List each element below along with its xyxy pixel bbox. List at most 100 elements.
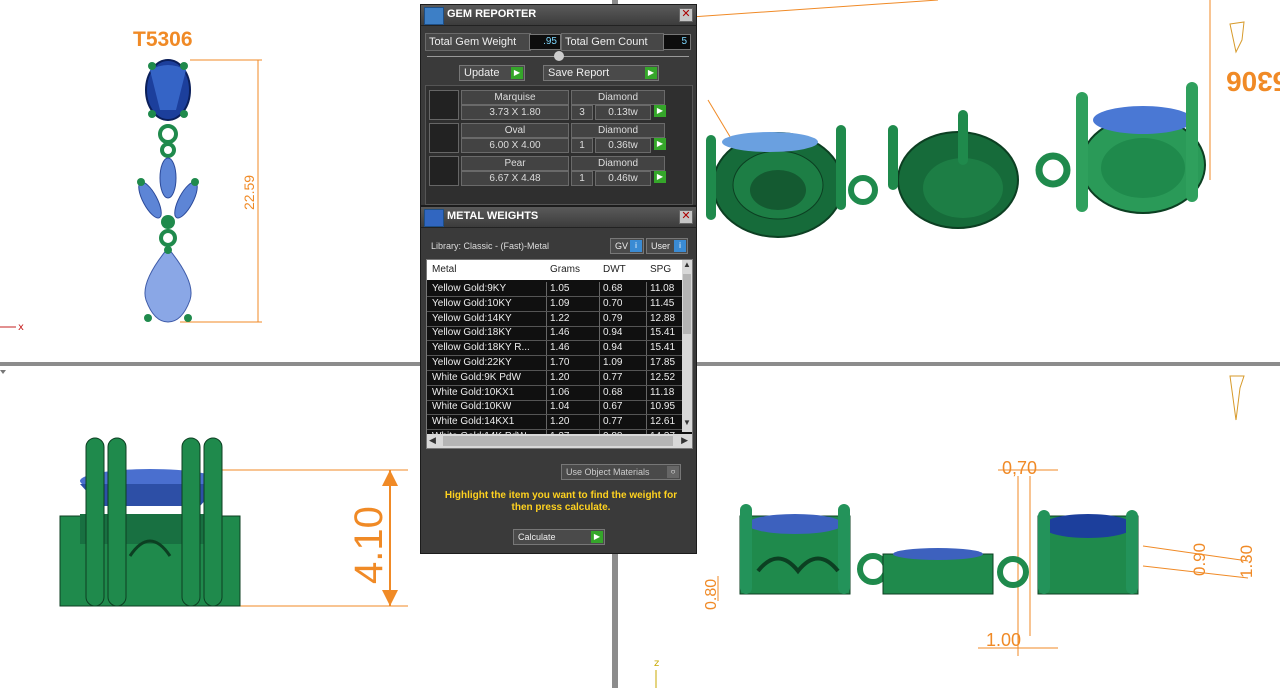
axis-z-label: z xyxy=(654,658,659,669)
col-grams[interactable]: Grams xyxy=(550,264,580,275)
table-row[interactable]: Yellow Gold:18KY 1.46 0.94 15.41 xyxy=(427,326,682,342)
col-dwt[interactable]: DWT xyxy=(603,264,626,275)
table-row[interactable]: White Gold:9K PdW 1.20 0.77 12.52 xyxy=(427,370,682,386)
vertical-scrollbar[interactable]: ▲ ▼ xyxy=(682,260,692,432)
column-separator xyxy=(599,326,600,341)
grams-value: 1.22 xyxy=(550,312,570,324)
svg-text:x: x xyxy=(18,322,24,333)
dwt-value: 0.94 xyxy=(603,327,623,339)
metal-weights-title: METAL WEIGHTS xyxy=(447,210,539,222)
pear-gem-icon xyxy=(429,156,459,186)
scroll-down-icon[interactable]: ▼ xyxy=(683,418,691,430)
metal-weights-titlebar[interactable]: METAL WEIGHTS ✕ xyxy=(421,207,696,228)
play-icon: ▶ xyxy=(591,531,603,543)
spg-value: 12.88 xyxy=(650,312,676,324)
library-label: Library: Classic - (Fast)-Metal xyxy=(431,241,550,251)
grams-value: 1.46 xyxy=(550,327,570,339)
column-separator xyxy=(599,311,600,326)
scroll-thumb[interactable] xyxy=(683,274,691,334)
table-row[interactable]: White Gold:10KW 1.04 0.67 10.95 xyxy=(427,400,682,416)
grams-value: 1.20 xyxy=(550,416,570,428)
save-report-button[interactable]: Save Report ▶ xyxy=(543,65,659,81)
table-row[interactable]: Yellow Gold:22KY 1.70 1.09 17.85 xyxy=(427,356,682,371)
metal-name: White Gold:10KX1 xyxy=(432,386,515,398)
gem-reporter-titlebar[interactable]: GEM REPORTER ✕ xyxy=(421,5,696,26)
table-row[interactable]: Yellow Gold:18KY R... 1.46 0.94 15.41 xyxy=(427,341,682,357)
table-row[interactable]: White Gold:10KX1 1.06 0.68 11.18 xyxy=(427,385,682,401)
scroll-up-icon[interactable]: ▲ xyxy=(683,260,691,272)
calculate-button[interactable]: Calculate ▶ xyxy=(513,529,605,545)
column-separator xyxy=(546,282,547,296)
splitter-handle[interactable] xyxy=(554,51,564,61)
spg-value: 15.41 xyxy=(650,342,676,354)
gem-tw: 0.46tw xyxy=(595,171,651,186)
column-separator xyxy=(546,296,547,311)
total-gem-weight-value: .95 xyxy=(529,34,561,50)
dwt-value: 1.09 xyxy=(603,357,623,368)
column-separator xyxy=(646,341,647,356)
play-icon: ▶ xyxy=(645,67,657,79)
dwt-value: 0.77 xyxy=(603,371,623,383)
column-separator xyxy=(599,400,600,415)
gv-toggle[interactable]: GV i xyxy=(610,238,644,254)
update-button[interactable]: Update ▶ xyxy=(459,65,525,81)
gem-row[interactable]: Oval Diamond 6.00 X 4.00 1 0.36tw ▶ xyxy=(429,123,666,153)
user-toggle[interactable]: User i xyxy=(646,238,688,254)
spg-value: 11.08 xyxy=(650,283,675,294)
column-separator xyxy=(599,385,600,400)
viewport-perspective[interactable]: T5306 xyxy=(618,0,1280,362)
table-row[interactable]: Yellow Gold:10KY 1.09 0.70 11.45 xyxy=(427,296,682,312)
horizontal-scrollbar[interactable]: ◀ ▶ xyxy=(427,434,692,448)
use-object-materials-button[interactable]: Use Object Materials ○ xyxy=(561,464,681,480)
info-icon: i xyxy=(674,240,686,252)
metal-name: White Gold:9K PdW xyxy=(432,371,521,383)
metal-name: White Gold:14KX1 xyxy=(432,416,515,428)
viewport-top[interactable]: 0,70 0.80 1.00 0.90 1.30 z xyxy=(618,366,1280,688)
gem-size: 3.73 X 1.80 xyxy=(461,105,569,120)
dwt-value: 0.67 xyxy=(603,401,623,413)
column-separator xyxy=(599,356,600,370)
column-separator xyxy=(646,282,647,296)
column-separator xyxy=(599,370,600,385)
column-separator xyxy=(546,341,547,356)
scroll-right-icon[interactable]: ▶ xyxy=(681,435,688,446)
close-icon[interactable]: ✕ xyxy=(679,8,693,22)
hscroll-thumb[interactable] xyxy=(443,436,673,446)
gem-reporter-panel: GEM REPORTER ✕ Total Gem Weight .95 Tota… xyxy=(420,4,697,206)
close-icon[interactable]: ✕ xyxy=(679,210,693,224)
gem-count: 3 xyxy=(571,105,593,120)
gem-tw: 0.36tw xyxy=(595,138,651,153)
gem-row[interactable]: Pear Diamond 6.67 X 4.48 1 0.46tw ▶ xyxy=(429,156,666,186)
table-row[interactable]: Yellow Gold:14KY 1.22 0.79 12.88 xyxy=(427,311,682,327)
grams-value: 1.20 xyxy=(550,371,570,383)
gem-row[interactable]: Marquise Diamond 3.73 X 1.80 3 0.13tw ▶ xyxy=(429,90,666,120)
top-view-drawing: 0,70 0.80 1.00 0.90 1.30 z xyxy=(654,375,1256,688)
gem-shape: Pear xyxy=(461,156,569,171)
spg-value: 11.18 xyxy=(650,386,675,398)
column-separator xyxy=(599,415,600,430)
play-icon[interactable]: ▶ xyxy=(654,105,666,117)
scroll-left-icon[interactable]: ◀ xyxy=(429,435,436,446)
metal-name: Yellow Gold:18KY xyxy=(432,327,512,339)
toggle-icon: ○ xyxy=(667,466,679,478)
col-spg[interactable]: SPG xyxy=(650,264,671,275)
col-metal[interactable]: Metal xyxy=(432,264,456,275)
column-separator xyxy=(546,400,547,415)
grams-value: 1.06 xyxy=(550,386,570,398)
grams-value: 1.70 xyxy=(550,357,570,368)
dwt-value: 0.68 xyxy=(603,283,623,294)
use-object-materials-label: Use Object Materials xyxy=(566,467,650,477)
play-icon[interactable]: ▶ xyxy=(654,171,666,183)
gem-count: 1 xyxy=(571,138,593,153)
spg-value: 10.95 xyxy=(650,401,676,413)
table-row[interactable]: White Gold:14KX1 1.20 0.77 12.61 xyxy=(427,415,682,431)
metal-table: Metal Grams DWT SPG Yellow Gold:9KY 1.05 0… xyxy=(426,259,693,449)
table-row[interactable]: Yellow Gold:9KY 1.05 0.68 11.08 xyxy=(427,282,682,297)
play-icon[interactable]: ▶ xyxy=(654,138,666,150)
grams-value: 1.09 xyxy=(550,297,570,309)
gem-shape: Marquise xyxy=(461,90,569,105)
column-separator xyxy=(546,356,547,370)
oval-gem-icon xyxy=(429,123,459,153)
total-gem-count-value: 5 xyxy=(663,34,691,50)
gem-type: Diamond xyxy=(571,123,665,138)
